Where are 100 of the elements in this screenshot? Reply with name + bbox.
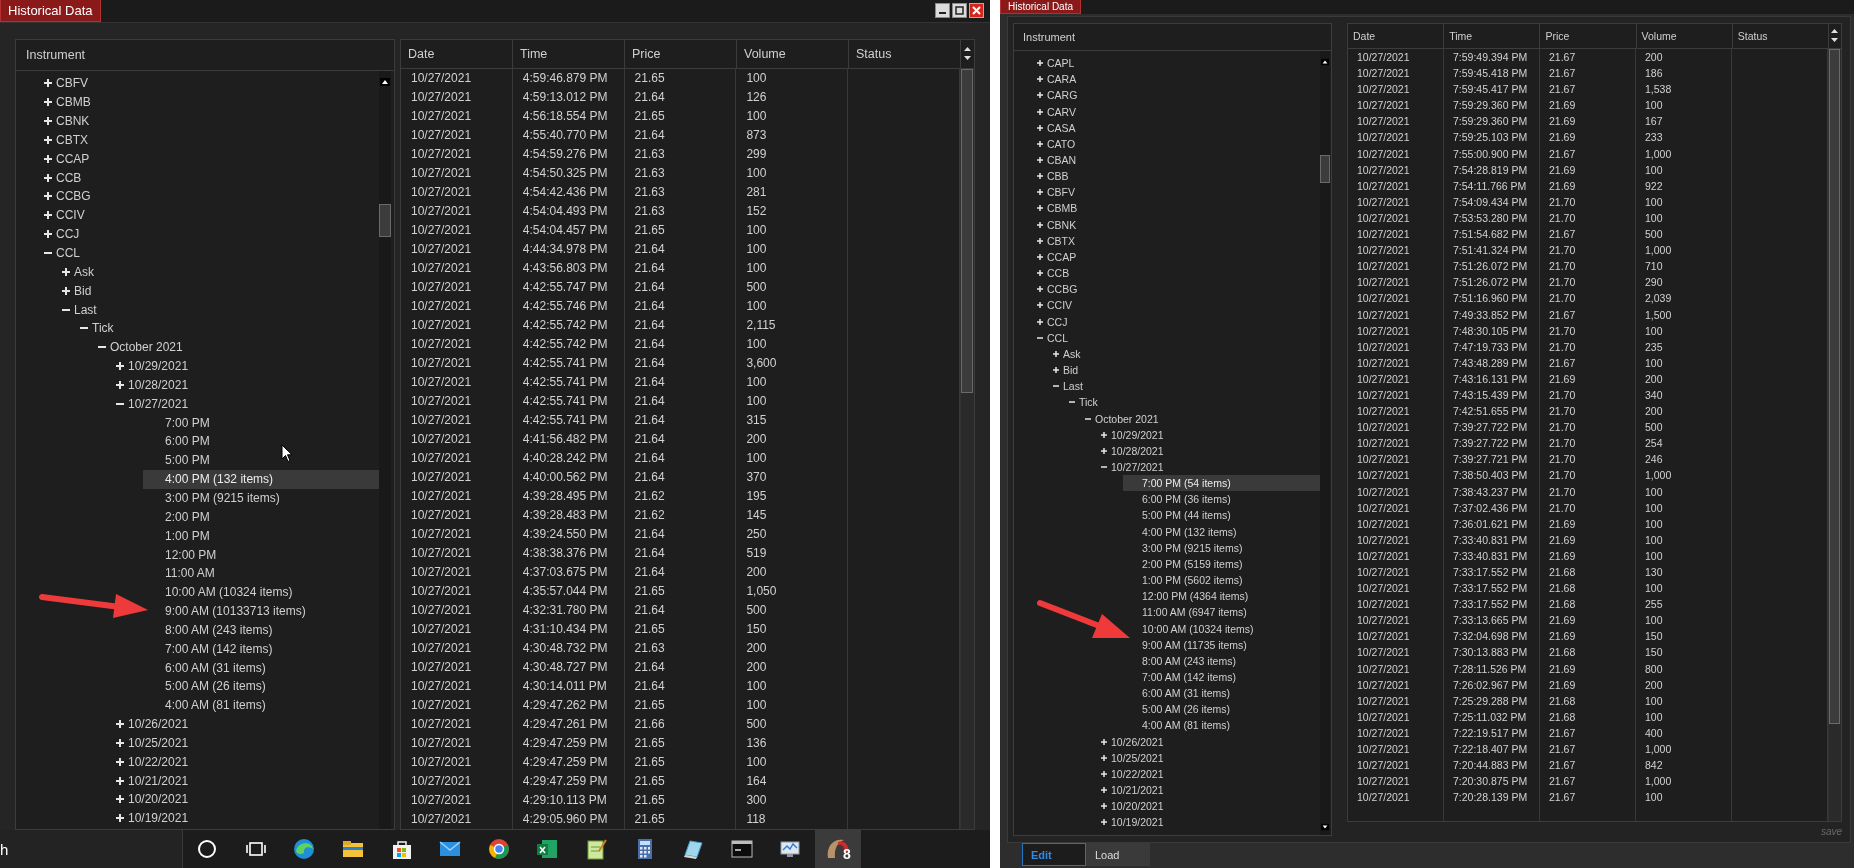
- tree-item[interactable]: 1:00 PM: [143, 526, 379, 546]
- column-header[interactable]: Date: [1348, 24, 1445, 48]
- plus-icon[interactable]: [1037, 124, 1043, 131]
- plus-icon[interactable]: [44, 117, 52, 126]
- tree-item[interactable]: CASA: [1047, 121, 1076, 134]
- tree-item[interactable]: Last: [1063, 380, 1083, 393]
- tree-item[interactable]: 6:00 AM (31 items): [143, 658, 379, 677]
- plus-icon[interactable]: [1037, 237, 1043, 244]
- plus-icon[interactable]: [1037, 173, 1043, 180]
- plus-icon[interactable]: [44, 230, 52, 239]
- plus-icon[interactable]: [62, 267, 70, 276]
- plus-icon[interactable]: [44, 135, 52, 144]
- tree-item[interactable]: CBMB: [56, 95, 91, 110]
- plus-icon[interactable]: [116, 720, 124, 729]
- plus-icon[interactable]: [62, 286, 70, 295]
- tree-item[interactable]: 3:00 PM (9215 items): [1123, 539, 1320, 556]
- tree-item[interactable]: 10/21/2021: [1111, 784, 1164, 797]
- column-header[interactable]: Price: [1540, 24, 1637, 48]
- tree-item[interactable]: October 2021: [1095, 412, 1159, 425]
- scroll-down-icon[interactable]: [1321, 823, 1329, 831]
- tree-item[interactable]: CBB: [1047, 170, 1069, 183]
- tree-item[interactable]: 10/27/2021: [128, 396, 189, 411]
- plus-icon[interactable]: [1037, 253, 1043, 260]
- tree-item[interactable]: CBMB: [1047, 202, 1078, 215]
- plus-icon[interactable]: [1053, 350, 1059, 357]
- column-header[interactable]: Status: [849, 40, 961, 68]
- tree-item[interactable]: CCJ: [1047, 315, 1068, 328]
- column-header[interactable]: Volume: [1636, 24, 1733, 48]
- tree-item[interactable]: 7:00 PM: [143, 413, 379, 433]
- scrollbar[interactable]: [379, 71, 391, 829]
- plus-icon[interactable]: [1101, 738, 1107, 745]
- tree-item[interactable]: CCL: [56, 246, 80, 260]
- tree-item[interactable]: 10/21/2021: [128, 773, 189, 788]
- tree-item[interactable]: Tick: [1079, 396, 1098, 409]
- scrollbar-thumb[interactable]: [961, 69, 973, 393]
- plus-icon[interactable]: [1037, 92, 1043, 99]
- tree-item[interactable]: 10/22/2021: [1111, 767, 1164, 780]
- plus-icon[interactable]: [1037, 318, 1043, 325]
- tree-item[interactable]: CBTX: [56, 132, 88, 147]
- tree-item[interactable]: 10/29/2021: [1111, 428, 1164, 441]
- plus-icon[interactable]: [116, 380, 124, 389]
- tree-item[interactable]: CBFV: [56, 76, 88, 91]
- tree-item[interactable]: 4:00 PM (132 items): [143, 469, 379, 489]
- plus-icon[interactable]: [1101, 754, 1107, 761]
- tree-item[interactable]: 12:00 PM: [143, 545, 379, 564]
- plus-icon[interactable]: [1037, 286, 1043, 293]
- tree-item[interactable]: CBFV: [1047, 186, 1075, 199]
- tree-item[interactable]: Last: [74, 302, 97, 317]
- plus-icon[interactable]: [116, 757, 124, 766]
- tree-item[interactable]: 10/27/2021: [1111, 461, 1164, 473]
- taskbar-button[interactable]: 8: [814, 830, 861, 868]
- tree-item[interactable]: 10/28/2021: [128, 377, 189, 392]
- tree-item[interactable]: 11:00 AM (6947 items): [1123, 604, 1320, 621]
- plus-icon[interactable]: [1101, 787, 1107, 794]
- tree-item[interactable]: CBTX: [1047, 234, 1075, 247]
- tree-item[interactable]: 8:00 AM (243 items): [1123, 652, 1320, 669]
- tab[interactable]: Load: [1086, 843, 1150, 866]
- scrollbar-thumb[interactable]: [379, 204, 391, 237]
- scroll-arrows-icon[interactable]: [1830, 27, 1840, 45]
- tree-item[interactable]: CCBG: [1047, 283, 1078, 296]
- plus-icon[interactable]: [1037, 108, 1043, 115]
- tree-item[interactable]: 10:00 AM (10324 items): [143, 582, 379, 602]
- tree-item[interactable]: CCB: [1047, 267, 1070, 280]
- tree-item[interactable]: CCL: [1047, 331, 1068, 344]
- tree-item[interactable]: 10/25/2021: [128, 735, 189, 750]
- tree-item[interactable]: 2:00 PM: [143, 507, 379, 527]
- column-header[interactable]: Price: [625, 40, 737, 68]
- plus-icon[interactable]: [1037, 189, 1043, 196]
- tab[interactable]: Edit: [1022, 843, 1086, 866]
- plus-icon[interactable]: [1037, 270, 1043, 277]
- tree-item[interactable]: CBNK: [1047, 218, 1077, 231]
- plus-icon[interactable]: [44, 154, 52, 163]
- tree-item[interactable]: 9:00 AM (11735 items): [1123, 636, 1320, 653]
- plus-icon[interactable]: [1101, 447, 1107, 454]
- tree-item[interactable]: Bid: [74, 283, 92, 298]
- plus-icon[interactable]: [1037, 221, 1043, 228]
- tree-item[interactable]: 10/26/2021: [1111, 735, 1164, 748]
- tree-item[interactable]: 10/26/2021: [128, 717, 189, 732]
- tree-item[interactable]: 10:00 AM (10324 items): [1123, 620, 1320, 637]
- plus-icon[interactable]: [1037, 60, 1043, 67]
- plus-icon[interactable]: [1101, 819, 1107, 826]
- tree-item[interactable]: CCB: [56, 170, 82, 185]
- plus-icon[interactable]: [116, 795, 124, 804]
- plus-icon[interactable]: [1053, 367, 1059, 374]
- plus-icon[interactable]: [1101, 803, 1107, 810]
- tree-item[interactable]: Bid: [1063, 364, 1079, 377]
- tree-item[interactable]: 7:00 AM (142 items): [1123, 668, 1320, 686]
- tree-item[interactable]: 4:00 AM (81 items): [1123, 717, 1320, 734]
- column-header[interactable]: Date: [401, 40, 513, 68]
- tree-item[interactable]: 4:00 AM (81 items): [143, 695, 379, 715]
- plus-icon[interactable]: [44, 211, 52, 220]
- tree-item[interactable]: 2:00 PM (5159 items): [1123, 555, 1320, 572]
- tree-item[interactable]: 5:00 PM: [143, 450, 379, 470]
- column-header[interactable]: Time: [513, 40, 625, 68]
- scrollbar[interactable]: [1828, 49, 1841, 821]
- scrollbar[interactable]: [1320, 51, 1330, 835]
- column-header[interactable]: Time: [1444, 24, 1541, 48]
- tree-item[interactable]: CBNK: [56, 114, 90, 129]
- scrollbar-thumb[interactable]: [1320, 155, 1330, 183]
- tree-item[interactable]: CARV: [1047, 105, 1076, 118]
